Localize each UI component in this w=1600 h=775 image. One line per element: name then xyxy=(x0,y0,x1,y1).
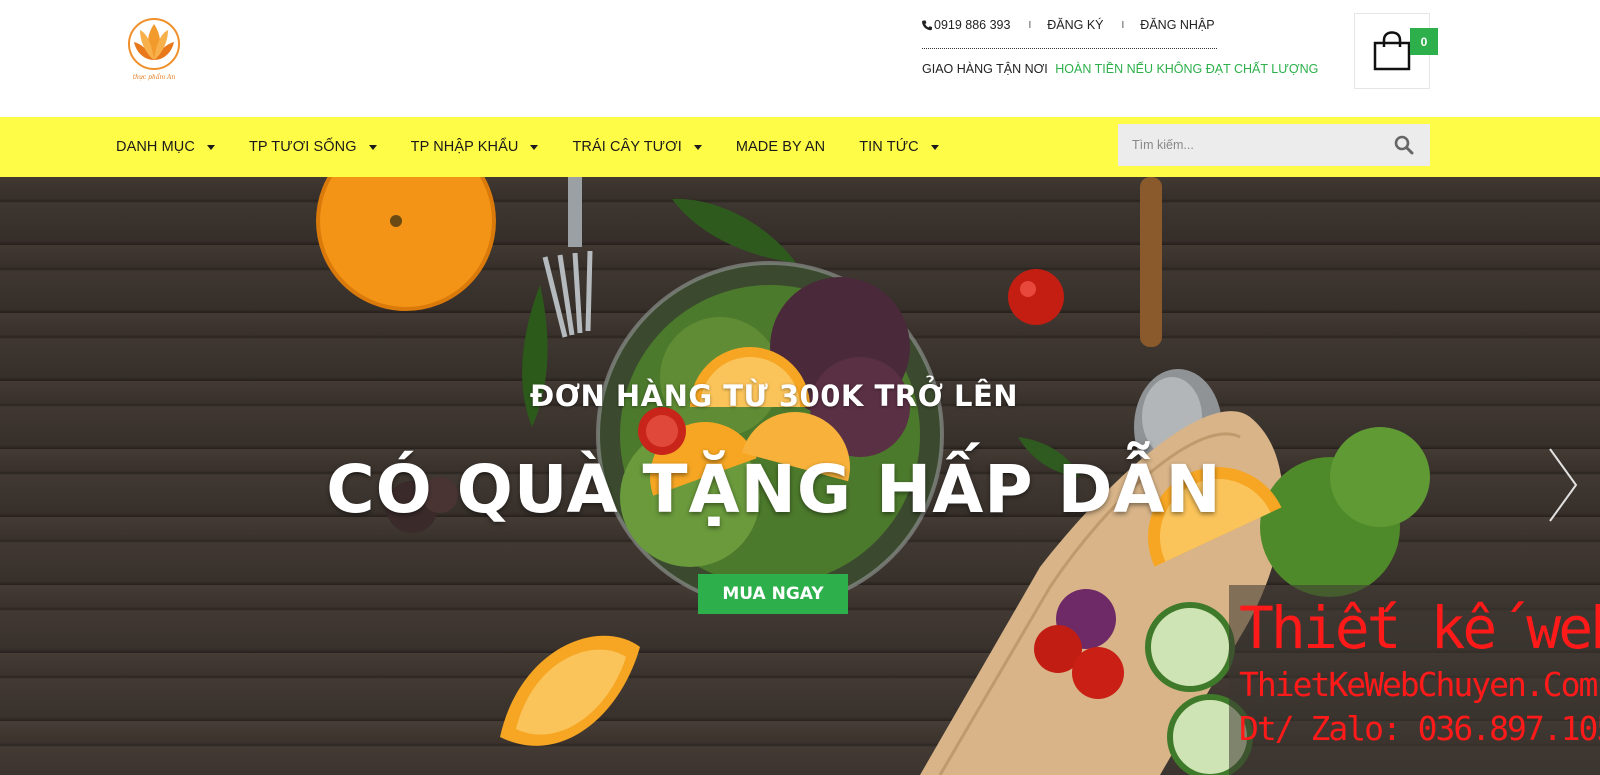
cart-count-badge: 0 xyxy=(1410,28,1438,55)
site-header: thực phẩm An 0919 886 393 I ĐĂNG KÝ I ĐĂ… xyxy=(0,0,1600,117)
watermark-overlay: Thiết kế web ThietKeWebChuyen.Com Dt/ Za… xyxy=(1229,585,1600,775)
main-nav: DANH MỤC TP TƯƠI SỐNG TP NHẬP KHẨU TRÁI … xyxy=(0,117,1600,177)
nav-item-label: TP NHẬP KHẨU xyxy=(410,139,519,155)
nav-item-label: MADE BY AN xyxy=(735,139,826,155)
shopping-bag-icon xyxy=(1373,31,1411,71)
shop-now-button[interactable]: MUA NGAY xyxy=(698,574,848,614)
nav-item-tp-tuoi-song[interactable]: TP TƯƠI SỐNG xyxy=(249,139,377,155)
separator: I xyxy=(1028,19,1032,31)
separator: I xyxy=(1121,19,1125,31)
nav-item-danh-muc[interactable]: DANH MỤC xyxy=(116,139,215,155)
site-logo[interactable]: thực phẩm An xyxy=(124,16,184,86)
search-input[interactable] xyxy=(1118,125,1368,165)
top-links: 0919 886 393 I ĐĂNG KÝ I ĐĂNG NHẬP xyxy=(922,16,1215,34)
hero-subtitle: ĐƠN HÀNG TỪ 300K TRỞ LÊN xyxy=(529,379,1019,413)
tagline-refund: HOÀN TIỀN NẾU KHÔNG ĐẠT CHẤT LƯỢNG xyxy=(1055,62,1319,76)
caret-down-icon xyxy=(206,144,215,150)
logo-text: thực phẩm An xyxy=(132,74,176,81)
phone-icon xyxy=(922,20,932,30)
nav-item-label: DANH MỤC xyxy=(116,139,195,155)
divider xyxy=(922,48,1217,49)
caret-down-icon xyxy=(530,144,539,150)
watermark-title: Thiết kế web xyxy=(1239,594,1600,662)
search-box xyxy=(1118,124,1430,166)
register-link[interactable]: ĐĂNG KÝ xyxy=(1047,18,1103,32)
hotline[interactable]: 0919 886 393 xyxy=(922,18,1010,32)
search-icon[interactable] xyxy=(1394,135,1414,155)
nav-menu: DANH MỤC TP TƯƠI SỐNG TP NHẬP KHẨU TRÁI … xyxy=(116,117,973,177)
nav-item-trai-cay-tuoi[interactable]: TRÁI CÂY TƯƠI xyxy=(572,139,702,155)
nav-item-label: TRÁI CÂY TƯƠI xyxy=(572,139,682,155)
nav-item-tp-nhap-khau[interactable]: TP NHẬP KHẨU xyxy=(411,139,539,155)
chevron-right-icon[interactable] xyxy=(1546,445,1580,525)
caret-down-icon xyxy=(930,144,939,150)
nav-item-label: TP TƯƠI SỐNG xyxy=(248,139,357,155)
logo-flower-icon xyxy=(128,18,180,70)
caret-down-icon xyxy=(693,144,702,150)
phone-number: 0919 886 393 xyxy=(934,18,1011,32)
hero-title: CÓ QUÀ TẶNG HẤP DẪN xyxy=(326,451,1222,528)
watermark-phone: Dt/ Zalo: 036.897.1050 xyxy=(1239,709,1600,748)
nav-item-made-by-an[interactable]: MADE BY AN xyxy=(736,139,825,155)
tagline-delivery: GIAO HÀNG TẬN NƠI xyxy=(922,62,1048,76)
tagline: GIAO HÀNG TẬN NƠI HOÀN TIỀN NẾU KHÔNG ĐẠ… xyxy=(922,62,1318,76)
caret-down-icon xyxy=(368,144,377,150)
hero-banner: ĐƠN HÀNG TỪ 300K TRỞ LÊN CÓ QUÀ TẶNG HẤP… xyxy=(0,177,1600,775)
nav-item-label: TIN TỨC xyxy=(859,139,919,155)
login-link[interactable]: ĐĂNG NHẬP xyxy=(1140,18,1214,32)
watermark-website: ThietKeWebChuyen.Com xyxy=(1239,665,1598,704)
nav-item-tin-tuc[interactable]: TIN TỨC xyxy=(859,139,939,155)
